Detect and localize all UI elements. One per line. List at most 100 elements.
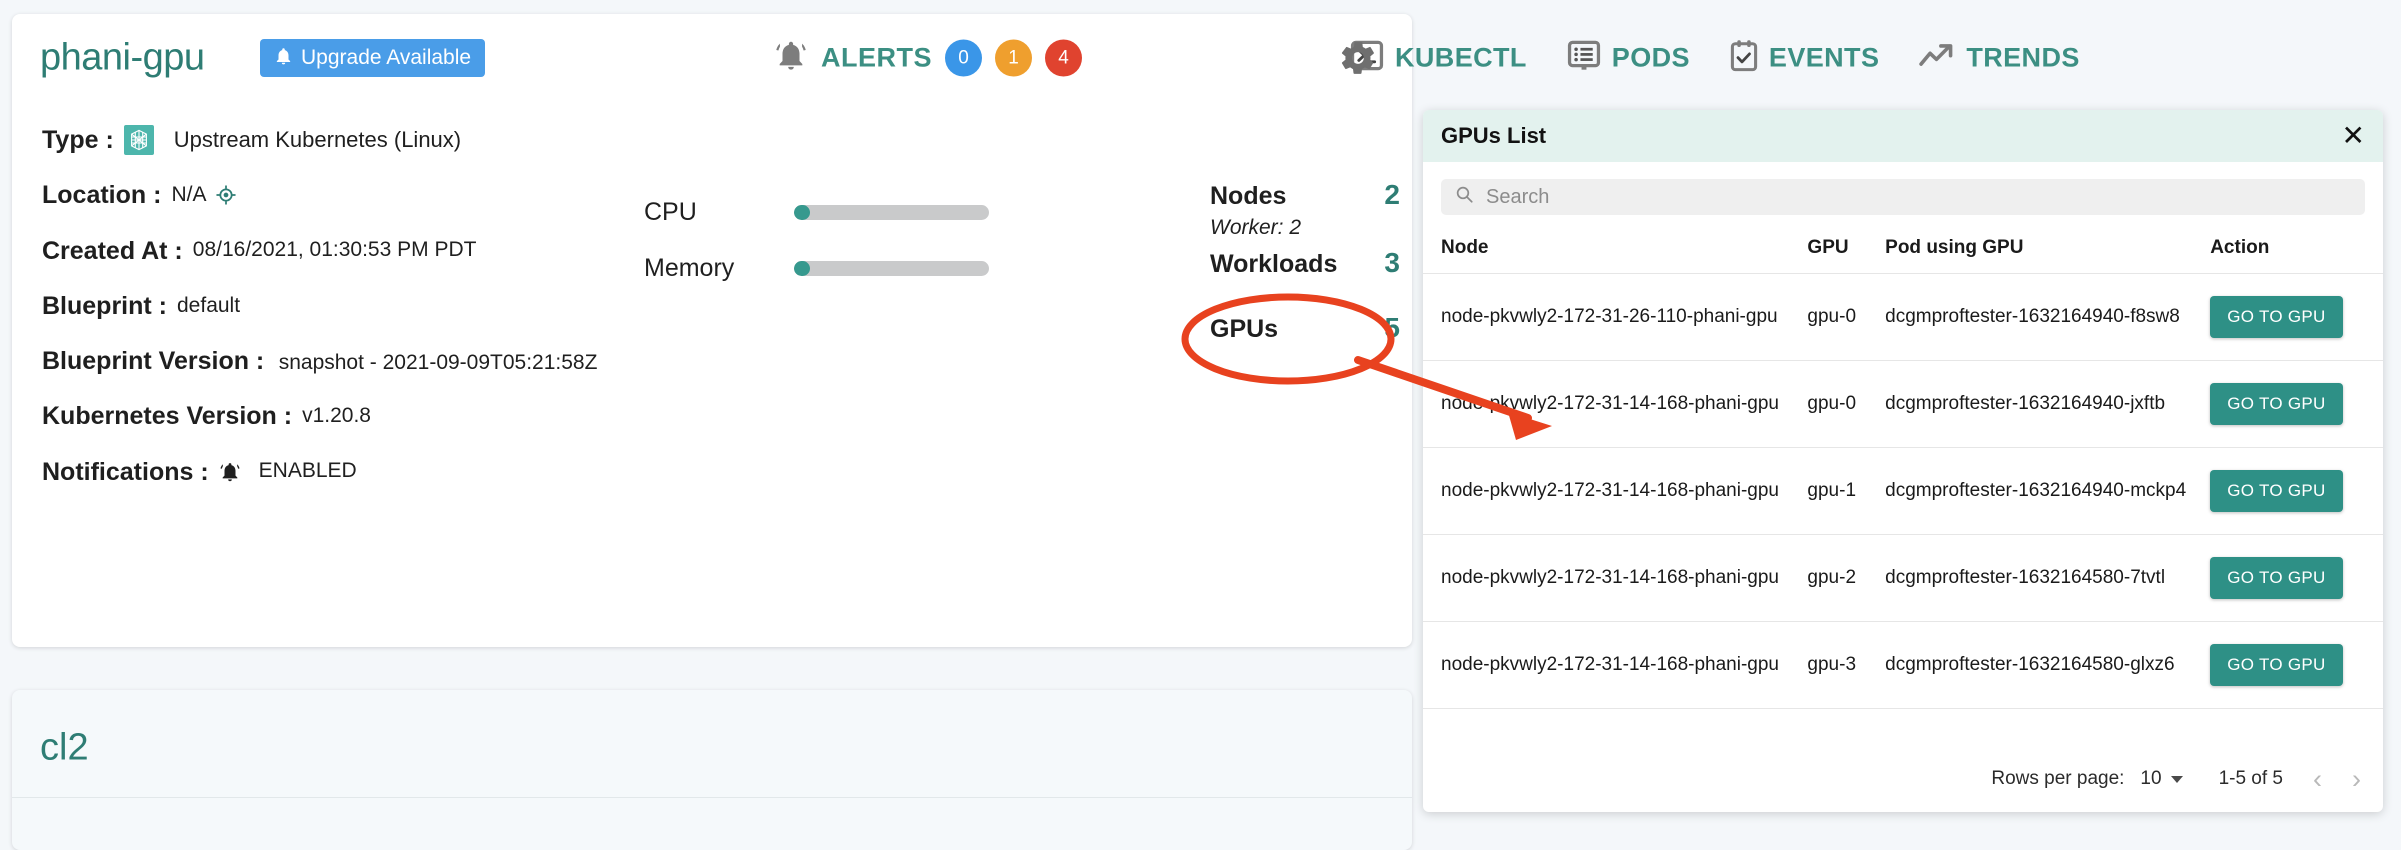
stat-gpus-label: GPUs: [1210, 315, 1279, 343]
bell-icon: [274, 47, 293, 69]
target-icon[interactable]: [215, 184, 237, 206]
cluster-overview-card: phani-gpu Upgrade Available ALERTS 0 1 4: [12, 14, 2079, 647]
search-icon: [1455, 185, 1474, 209]
cell-gpu: gpu-1: [1807, 447, 1886, 535]
gear-icon[interactable]: [1338, 38, 1378, 78]
detail-created-at-key: Created At :: [42, 236, 183, 265]
go-to-gpu-button[interactable]: GO TO GPU: [2210, 470, 2343, 512]
detail-blueprint-key: Blueprint :: [42, 291, 167, 320]
alert-count-info[interactable]: 0: [945, 39, 982, 77]
search-input[interactable]: Search: [1441, 179, 2365, 215]
nav-item-kubectl-label: KUBECTL: [1395, 42, 1527, 73]
chevron-down-icon: [2170, 775, 2183, 783]
gauge-cpu-fill: [794, 204, 810, 220]
gauge-memory-fill: [794, 260, 810, 276]
cell-action: GO TO GPU: [2210, 360, 2383, 448]
detail-blueprint-version: Blueprint Version : snapshot - 2021-09-0…: [42, 343, 642, 379]
alert-count-warning[interactable]: 1: [995, 39, 1032, 77]
cell-pod: dcgmproftester-1632164940-jxftb: [1885, 360, 2211, 448]
cell-action: GO TO GPU: [2210, 621, 2383, 709]
gpus-table-head: Node GPU Pod using GPU Action: [1423, 229, 2383, 274]
cell-gpu: gpu-3: [1807, 621, 1886, 709]
cluster-card-header: phani-gpu Upgrade Available ALERTS 0 1 4: [12, 14, 2079, 102]
trending-up-icon: [1919, 43, 1955, 74]
nav-item-pods[interactable]: PODS: [1567, 40, 1690, 76]
nav-item-pods-label: PODS: [1611, 42, 1690, 73]
detail-type: Type : Upstream Kubernetes (Linux): [42, 122, 642, 158]
alerts-group[interactable]: ALERTS 0 1 4: [774, 39, 1082, 78]
cl2-title: cl2: [40, 726, 89, 769]
cell-gpu: gpu-0: [1807, 273, 1886, 361]
detail-kubernetes-version-key: Kubernetes Version :: [42, 402, 293, 431]
gauge-cpu-track: [794, 204, 989, 220]
nav-item-events-label: EVENTS: [1768, 42, 1880, 73]
detail-created-at-value: 08/16/2021, 01:30:53 PM PDT: [192, 238, 477, 262]
page-range-label: 1-5 of 5: [2218, 768, 2283, 789]
close-icon[interactable]: ✕: [2342, 122, 2365, 150]
gauge-memory: Memory: [644, 240, 1004, 296]
cell-pod: dcgmproftester-1632164940-mckp4: [1885, 447, 2211, 535]
cell-node: node-pkvwly2-172-31-14-168-phani-gpu: [1423, 534, 1808, 622]
gpus-list-panel: GPUs List ✕ Search Node GPU Pod using GP…: [1423, 110, 2383, 812]
bell-icon: [774, 39, 808, 78]
cell-pod: dcgmproftester-1632164580-glxz6: [1885, 621, 2211, 709]
detail-location-key: Location :: [42, 181, 162, 210]
go-to-gpu-button[interactable]: GO TO GPU: [2210, 644, 2343, 686]
detail-blueprint: Blueprint : default: [42, 288, 642, 324]
go-to-gpu-button[interactable]: GO TO GPU: [2210, 383, 2343, 425]
table-row[interactable]: node-pkvwly2-172-31-14-168-phani-gpu gpu-…: [1423, 621, 2383, 709]
stat-nodes-label: Nodes: [1210, 182, 1287, 210]
cluster-details: Type : Upstream Kubernetes (Linux) Locat…: [42, 122, 642, 509]
column-header-node: Node: [1423, 229, 1808, 274]
stat-nodes[interactable]: Nodes 2: [1210, 179, 1400, 211]
rows-per-page-label: Rows per page:: [1991, 768, 2125, 789]
cl2-cluster-card[interactable]: cl2: [12, 690, 1412, 850]
stat-gpus[interactable]: GPUs 5: [1210, 312, 1400, 344]
table-row[interactable]: node-pkvwly2-172-31-14-168-phani-gpu gpu-…: [1423, 360, 2383, 448]
detail-type-value: Upstream Kubernetes (Linux): [173, 127, 462, 153]
stat-nodes-sublabel: Worker: 2: [1210, 216, 1302, 239]
search-placeholder: Search: [1486, 185, 1550, 208]
page-title: phani-gpu: [40, 36, 205, 79]
cell-node: node-pkvwly2-172-31-14-168-phani-gpu: [1423, 447, 1808, 535]
rows-per-page-select[interactable]: 10: [2140, 768, 2183, 790]
top-nav: KUBECTL PODS EVENTS TRENDS: [1350, 40, 2080, 77]
detail-kubernetes-version: Kubernetes Version : v1.20.8: [42, 398, 642, 434]
go-to-gpu-button[interactable]: GO TO GPU: [2210, 557, 2343, 599]
cell-node: node-pkvwly2-172-31-14-168-phani-gpu: [1423, 621, 1808, 709]
clipboard-check-icon: [1730, 40, 1758, 77]
gauge-memory-track: [794, 260, 989, 276]
chevron-left-icon[interactable]: ‹: [2313, 765, 2322, 793]
cell-action: GO TO GPU: [2210, 273, 2383, 361]
detail-blueprint-version-value: snapshot - 2021-09-09T05:21:58Z: [278, 351, 598, 374]
go-to-gpu-button[interactable]: GO TO GPU: [2210, 296, 2343, 338]
table-row[interactable]: node-pkvwly2-172-31-14-168-phani-gpu gpu-…: [1423, 447, 2383, 535]
nav-item-trends[interactable]: TRENDS: [1919, 43, 2079, 74]
gauge-cpu: CPU: [644, 184, 1004, 240]
detail-location-value: N/A: [171, 183, 207, 207]
list-box-icon: [1567, 40, 1601, 76]
detail-notifications-key: Notifications :: [42, 457, 209, 486]
stat-workloads[interactable]: Workloads 3: [1210, 247, 1400, 279]
nav-item-events[interactable]: EVENTS: [1730, 40, 1879, 77]
stat-workloads-label: Workloads: [1210, 250, 1338, 278]
resource-gauges: CPU Memory: [644, 184, 1004, 296]
detail-location: Location : N/A: [42, 177, 642, 213]
cluster-stats: Nodes 2 Worker: 2 Workloads 3 GPUs 5: [1210, 179, 1400, 344]
cell-gpu: gpu-2: [1807, 534, 1886, 622]
stat-gpus-value: 5: [1384, 312, 1400, 343]
cell-pod: dcgmproftester-1632164940-f8sw8: [1885, 273, 2211, 361]
nav-item-trends-label: TRENDS: [1966, 42, 2080, 73]
table-row[interactable]: node-pkvwly2-172-31-26-110-phani-gpu gpu-…: [1423, 273, 2383, 361]
alert-count-critical[interactable]: 4: [1045, 39, 1082, 77]
kubernetes-icon: [123, 125, 154, 156]
column-header-pod: Pod using GPU: [1885, 229, 2211, 274]
upgrade-available-button[interactable]: Upgrade Available: [260, 39, 486, 77]
chevron-right-icon[interactable]: ›: [2352, 765, 2361, 793]
table-row[interactable]: node-pkvwly2-172-31-14-168-phani-gpu gpu-…: [1423, 534, 2383, 622]
gpus-list-header: GPUs List ✕: [1423, 110, 2383, 162]
app-root: phani-gpu Upgrade Available ALERTS 0 1 4: [0, 0, 2401, 850]
gpus-list-title: GPUs List: [1441, 123, 1547, 148]
alerts-label: ALERTS: [821, 42, 932, 73]
detail-created-at: Created At : 08/16/2021, 01:30:53 PM PDT: [42, 233, 642, 269]
